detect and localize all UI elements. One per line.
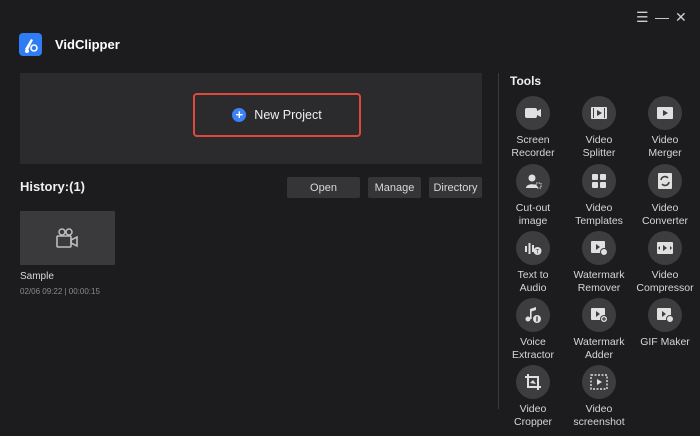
- open-button[interactable]: Open: [287, 177, 360, 198]
- app-logo-icon: [19, 33, 42, 56]
- tools-header: Tools: [510, 74, 542, 88]
- tool-video-merger[interactable]: Video Merger: [630, 96, 700, 160]
- video-screenshot-icon: [582, 365, 616, 399]
- menu-icon[interactable]: ☰: [636, 9, 649, 25]
- tool-video-cropper[interactable]: Video Cropper: [498, 365, 568, 429]
- tool-cutout-image[interactable]: Cut-out image: [498, 164, 568, 228]
- tool-label: Video Splitter: [582, 134, 616, 159]
- project-meta: 02/06 09:22 | 00:00:15: [20, 287, 100, 296]
- tool-label: Cut-out image: [515, 202, 551, 227]
- tool-video-splitter[interactable]: Video Splitter: [564, 96, 634, 160]
- tool-label: Video Templates: [575, 202, 623, 227]
- tool-watermark-adder[interactable]: Watermark Adder: [564, 298, 634, 362]
- tool-label: Screen Recorder: [511, 134, 555, 159]
- new-project-label: New Project: [254, 108, 322, 122]
- voice-extractor-icon: [516, 298, 550, 332]
- gif-maker-icon: [648, 298, 682, 332]
- tool-label: Video screenshot: [573, 403, 625, 428]
- close-icon[interactable]: ✕: [675, 9, 687, 25]
- video-converter-icon: [648, 164, 682, 198]
- tool-video-compressor[interactable]: Video Compressor: [630, 231, 700, 295]
- tool-label: Watermark Adder: [573, 336, 625, 361]
- history-title: History:(1): [20, 179, 86, 194]
- tool-voice-extractor[interactable]: Voice Extractor: [498, 298, 568, 362]
- tool-label: Video Cropper: [514, 403, 552, 428]
- tool-label: Text to Audio: [517, 269, 549, 294]
- tool-label: Video Converter: [641, 202, 689, 227]
- video-camera-icon: [55, 228, 78, 248]
- tool-label: Watermark Remover: [573, 269, 625, 294]
- directory-button[interactable]: Directory: [429, 177, 482, 198]
- tool-text-to-audio[interactable]: T Text to Audio: [498, 231, 568, 295]
- manage-button[interactable]: Manage: [368, 177, 421, 198]
- tool-video-converter[interactable]: Video Converter: [630, 164, 700, 228]
- app-title: VidClipper: [55, 37, 120, 52]
- video-compressor-icon: [648, 231, 682, 265]
- screen-recorder-icon: [516, 96, 550, 130]
- tool-video-templates[interactable]: Video Templates: [564, 164, 634, 228]
- tool-gif-maker[interactable]: GIF Maker: [630, 298, 700, 349]
- tool-screen-recorder[interactable]: Screen Recorder: [498, 96, 568, 160]
- tool-label: Video Compressor: [636, 269, 694, 294]
- project-thumbnail[interactable]: [20, 211, 115, 265]
- watermark-remover-icon: [582, 231, 616, 265]
- video-cropper-icon: [516, 365, 550, 399]
- tool-label: GIF Maker: [640, 336, 690, 348]
- tool-label: Voice Extractor: [511, 336, 554, 361]
- text-to-audio-icon: T: [516, 231, 550, 265]
- tool-watermark-remover[interactable]: Watermark Remover: [564, 231, 634, 295]
- video-templates-icon: [582, 164, 616, 198]
- project-name: Sample: [20, 271, 54, 282]
- tool-label: Video Merger: [648, 134, 682, 159]
- svg-text:T: T: [536, 250, 540, 256]
- tool-video-screenshot[interactable]: Video screenshot: [564, 365, 634, 429]
- video-splitter-icon: [582, 96, 616, 130]
- watermark-adder-icon: [582, 298, 616, 332]
- minimize-icon[interactable]: —: [655, 9, 669, 25]
- plus-icon: +: [232, 108, 247, 122]
- cutout-image-icon: [516, 164, 550, 198]
- video-merger-icon: [648, 96, 682, 130]
- new-project-button[interactable]: + New Project: [193, 93, 361, 137]
